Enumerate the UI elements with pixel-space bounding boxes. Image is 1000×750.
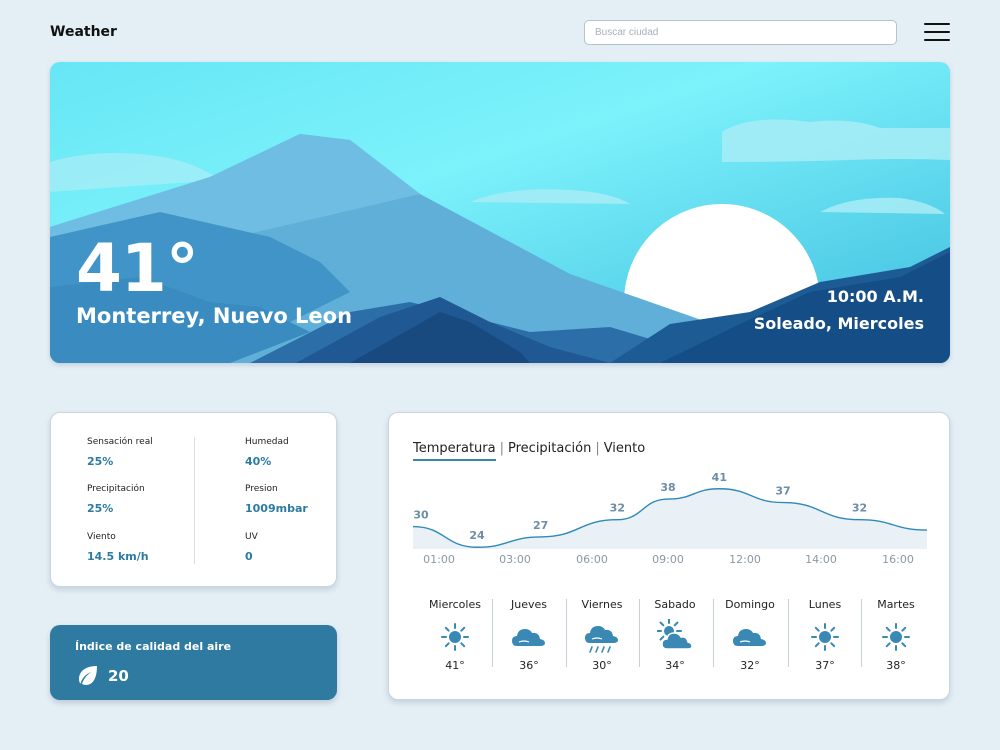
x-tick-label: 09:00 — [652, 553, 684, 566]
day-temperature: 30° — [592, 659, 612, 672]
cloudy-icon — [733, 629, 766, 646]
forecast-card: Temperatura | Precipitación | Viento 30 24 27 3… — [388, 412, 950, 700]
day-temperature: 37° — [815, 659, 835, 672]
stat-value: 25% — [87, 455, 114, 468]
day-forecast: Lunes 37° — [787, 598, 863, 672]
stat-label: Precipitación — [87, 484, 145, 494]
data-label: 32 — [610, 502, 625, 515]
day-name: Domingo — [725, 598, 775, 611]
sun-icon — [441, 623, 469, 651]
data-label: 41 — [712, 471, 727, 484]
partly-cloudy-icon — [657, 619, 693, 650]
air-quality-value: 20 — [108, 667, 129, 685]
divider — [194, 437, 195, 564]
stat-feels-like: Sensación real 25% — [87, 437, 153, 468]
day-name: Sabado — [654, 598, 696, 611]
leaf-icon — [79, 666, 97, 685]
day-temperature: 38° — [886, 659, 906, 672]
stat-uv: UV 0 — [245, 532, 258, 563]
stat-value: 14.5 km/h — [87, 550, 149, 563]
current-time: 10:00 A.M. — [826, 287, 924, 306]
day-forecast: Domingo 32° — [712, 598, 788, 672]
day-temperature: 36° — [519, 659, 539, 672]
air-quality-title: Índice de calidad del aire — [75, 640, 232, 653]
day-name: Viernes — [581, 598, 623, 611]
hero-banner: 41° Monterrey, Nuevo Leon 10:00 A.M. Sol… — [50, 62, 950, 363]
day-forecast: Miercoles 41° — [417, 598, 493, 672]
day-name: Miercoles — [429, 598, 481, 611]
data-label: 37 — [775, 485, 790, 498]
top-bar: Weather — [50, 18, 950, 48]
day-temperature: 32° — [740, 659, 760, 672]
x-tick-label: 03:00 — [499, 553, 531, 566]
day-forecast: Sabado 34° — [637, 598, 713, 672]
day-forecast: Viernes 30° — [564, 598, 640, 672]
x-tick-label: 01:00 — [423, 553, 455, 566]
cloudy-icon — [512, 629, 545, 646]
stat-label: Sensación real — [87, 437, 153, 447]
data-label: 38 — [660, 481, 675, 494]
stat-value: 40% — [245, 455, 272, 468]
rain-icon — [585, 626, 618, 653]
sun-icon — [811, 623, 839, 651]
search-input[interactable] — [584, 20, 897, 45]
day-forecast: Jueves 36° — [491, 598, 567, 672]
air-quality-card: Índice de calidad del aire 20 — [50, 625, 337, 700]
stat-label: Presion — [245, 484, 278, 494]
day-name: Jueves — [511, 598, 547, 611]
hamburger-icon — [924, 23, 950, 25]
stat-label: Humedad — [245, 437, 289, 447]
sun-icon — [882, 623, 910, 651]
stat-wind: Viento 14.5 km/h — [87, 532, 149, 563]
menu-button[interactable] — [924, 23, 950, 41]
stat-label: UV — [245, 532, 258, 542]
x-tick-label: 14:00 — [805, 553, 837, 566]
temperature-chart: 30 24 27 32 38 41 37 32 01:00 03:00 06:00 09:00 12:0… — [412, 471, 928, 566]
day-name: Lunes — [808, 598, 842, 611]
stat-value: 25% — [87, 502, 114, 515]
day-temperature: 34° — [665, 659, 685, 672]
day-temperature: 41° — [445, 659, 465, 672]
stat-pressure: Presion 1009mbar — [245, 484, 308, 515]
current-temperature: 41° — [76, 230, 199, 307]
current-condition: Soleado, Miercoles — [753, 314, 924, 333]
weather-details-card: Sensación real 25% Humedad 40% Precipita… — [50, 412, 337, 587]
app-title: Weather — [50, 24, 117, 40]
stat-precipitation: Precipitación 25% — [87, 484, 145, 515]
x-tick-label: 12:00 — [729, 553, 761, 566]
x-tick-label: 16:00 — [882, 553, 914, 566]
stat-humidity: Humedad 40% — [245, 437, 289, 468]
data-label: 32 — [852, 502, 867, 515]
day-forecast: Martes 38° — [858, 598, 934, 672]
data-label: 30 — [413, 509, 429, 522]
stat-label: Viento — [87, 532, 116, 542]
day-name: Martes — [877, 598, 915, 611]
stat-value: 1009mbar — [245, 502, 308, 515]
data-label: 27 — [533, 519, 548, 532]
x-tick-label: 06:00 — [576, 553, 608, 566]
city-name: Monterrey, Nuevo Leon — [76, 304, 353, 328]
stat-value: 0 — [245, 550, 253, 563]
data-label: 24 — [469, 529, 485, 542]
